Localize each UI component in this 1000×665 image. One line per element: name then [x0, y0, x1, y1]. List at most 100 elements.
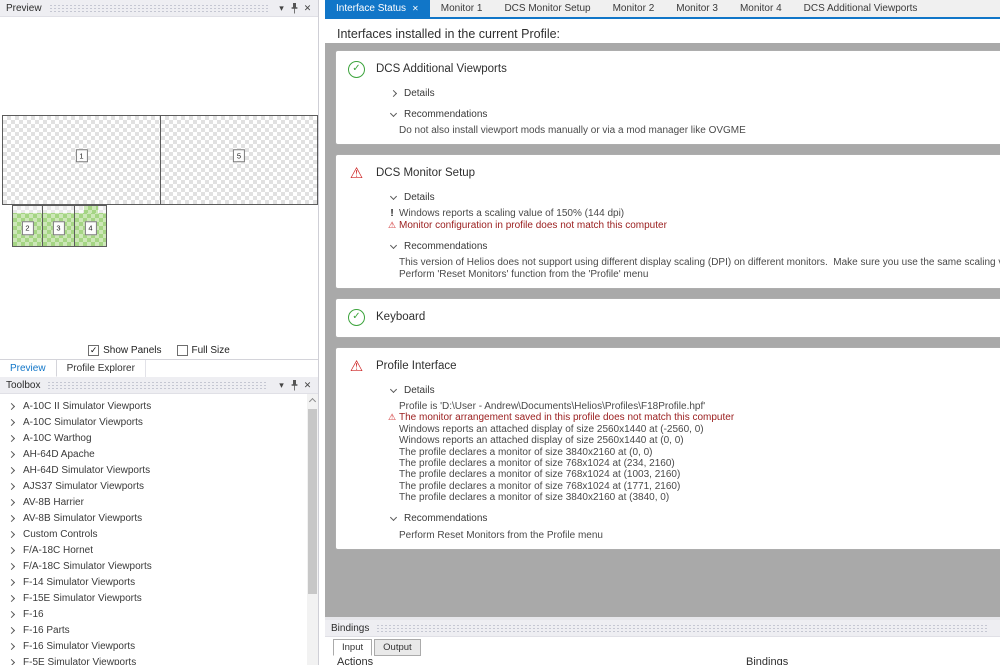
- chevron-down-icon: [389, 192, 398, 200]
- full-size-checkbox[interactable]: Full Size: [176, 345, 230, 356]
- toolbox-item-label: F-15E Simulator Viewports: [23, 592, 142, 604]
- toolbox-item-label: F/A-18C Hornet: [23, 544, 94, 556]
- show-panels-checkbox[interactable]: ✓ Show Panels: [88, 345, 162, 356]
- bindings-tab-output[interactable]: Output: [374, 639, 421, 656]
- toolbox-item-f-14-simulator-viewports[interactable]: F-14 Simulator Viewports: [0, 574, 307, 590]
- detail-line: Windows reports an attached display of s…: [399, 424, 989, 435]
- bindings-tab-input[interactable]: Input: [333, 639, 373, 656]
- detail-line: Windows reports an attached display of s…: [399, 435, 989, 446]
- toolbox-item-label: A-10C II Simulator Viewports: [23, 400, 152, 412]
- toolbox-item-f-a-18c-simulator-viewports[interactable]: F/A-18C Simulator Viewports: [0, 558, 307, 574]
- toolbox-item-f-15e-simulator-viewports[interactable]: F-15E Simulator Viewports: [0, 590, 307, 606]
- toolbox-item-custom-controls[interactable]: Custom Controls: [0, 526, 307, 542]
- toolbox-item-a-10c-simulator-viewports[interactable]: A-10C Simulator Viewports: [0, 414, 307, 430]
- tab-profile-explorer[interactable]: Profile Explorer: [57, 360, 146, 377]
- monitor-1-label: 1: [75, 148, 88, 163]
- status-card-title: DCS Monitor Setup: [376, 167, 476, 180]
- chevron-right-icon: [7, 434, 16, 442]
- document-tabstrip: Interface Status ✕ Monitor 1 DCS Monitor Se…: [325, 0, 1000, 19]
- scrollbar-thumb[interactable]: [308, 409, 317, 594]
- monitor-3-label: 3: [52, 221, 65, 236]
- monitor-2[interactable]: 2: [12, 205, 43, 247]
- window-position-menu-icon[interactable]: ▾: [275, 2, 288, 15]
- detail-line-text: This version of Helios does not support …: [399, 257, 1000, 269]
- section-lines: Do not also install viewport mods manual…: [399, 125, 989, 136]
- scroll-up-icon[interactable]: [308, 397, 316, 406]
- toolbox-panel-titlebar: Toolbox ▾ ✕: [0, 377, 318, 394]
- section-toggle-recommendations[interactable]: Recommendations: [389, 108, 989, 120]
- detail-line-text: The profile declares a monitor of size 3…: [399, 446, 653, 458]
- pin-icon[interactable]: [288, 2, 301, 15]
- toolbox-item-av-8b-simulator-viewports[interactable]: AV-8B Simulator Viewports: [0, 510, 307, 526]
- tab-interface-status[interactable]: Interface Status ✕: [325, 0, 430, 17]
- toolbox-item-ah-64d-simulator-viewports[interactable]: AH-64D Simulator Viewports: [0, 462, 307, 478]
- section-toggle-recommendations[interactable]: Recommendations: [389, 513, 989, 525]
- toolbox-item-ah-64d-apache[interactable]: AH-64D Apache: [0, 446, 307, 462]
- detail-line: The profile declares a monitor of size 3…: [399, 492, 989, 503]
- section-toggle-details[interactable]: Details: [389, 87, 989, 99]
- card-section: Recommendations Perform Reset Monitors fr…: [389, 513, 989, 541]
- titlebar-grip-texture: [47, 381, 268, 389]
- detail-line-text: The profile declares a monitor of size 7…: [399, 458, 675, 470]
- toolbox-item-label: AH-64D Apache: [23, 448, 95, 460]
- detail-line: ⚠ The monitor arrangement saved in this p…: [388, 412, 989, 423]
- tab-monitor-3[interactable]: Monitor 3: [665, 0, 729, 17]
- section-label: Details: [404, 191, 435, 203]
- detail-line-text: Perform Reset Monitors from the Profile …: [399, 529, 603, 541]
- detail-line: ⚠ Monitor configuration in profile does n…: [388, 220, 989, 231]
- close-icon[interactable]: ✕: [301, 2, 314, 15]
- detail-line-text: Perform 'Reset Monitors' function from t…: [399, 268, 649, 280]
- tab-label: Monitor 1: [440, 3, 483, 14]
- tab-label: Monitor 4: [739, 3, 782, 14]
- chevron-right-icon: [7, 610, 16, 618]
- window-position-menu-icon[interactable]: ▾: [275, 379, 288, 392]
- checkbox-box[interactable]: ✓: [88, 345, 100, 356]
- bindings-column-header: Bindings: [746, 656, 789, 665]
- pin-icon[interactable]: [288, 379, 301, 392]
- tab-dcs-monitor-setup[interactable]: DCS Monitor Setup: [493, 0, 601, 17]
- section-toggle-details[interactable]: Details: [389, 384, 989, 396]
- toolbox-item-f-16-simulator-viewports[interactable]: F-16 Simulator Viewports: [0, 638, 307, 654]
- toolbox-item-f-5e-simulator-viewports[interactable]: F-5E Simulator Viewports: [0, 654, 307, 665]
- monitor-4[interactable]: 4: [74, 205, 107, 247]
- detail-line: The profile declares a monitor of size 7…: [399, 469, 989, 480]
- toolbox-scrollbar[interactable]: [307, 394, 318, 665]
- toolbox-item-f-16[interactable]: F-16: [0, 606, 307, 622]
- tab-preview[interactable]: Preview: [0, 360, 57, 377]
- monitor-3[interactable]: 3: [42, 205, 75, 247]
- page-title: Interfaces installed in the current Prof…: [325, 21, 1000, 43]
- section-toggle-recommendations[interactable]: Recommendations: [389, 240, 989, 252]
- status-ok-icon: ✓: [348, 60, 365, 78]
- chevron-right-icon: [7, 450, 16, 458]
- section-label: Recommendations: [404, 513, 488, 525]
- toolbox-item-label: F-16 Simulator Viewports: [23, 640, 136, 652]
- toolbox-item-f-16-parts[interactable]: F-16 Parts: [0, 622, 307, 638]
- section-label: Recommendations: [404, 108, 488, 120]
- tab-monitor-1[interactable]: Monitor 1: [430, 0, 494, 17]
- toolbox-item-ajs37-simulator-viewports[interactable]: AJS37 Simulator Viewports: [0, 478, 307, 494]
- tab-monitor-4[interactable]: Monitor 4: [729, 0, 793, 17]
- chevron-right-icon: [7, 626, 16, 634]
- toolbox-item-label: AH-64D Simulator Viewports: [23, 464, 151, 476]
- section-toggle-details[interactable]: Details: [389, 191, 989, 203]
- card-section: Recommendations This version of Helios do…: [389, 240, 1000, 280]
- interface-status-list: ✓ DCS Additional Viewports Details Recommen…: [325, 43, 1000, 617]
- toolbox-item-a-10c-warthog[interactable]: A-10C Warthog: [0, 430, 307, 446]
- monitor-5[interactable]: 5: [160, 115, 318, 205]
- tab-monitor-2[interactable]: Monitor 2: [602, 0, 666, 17]
- tab-dcs-additional-viewports[interactable]: DCS Additional Viewports: [793, 0, 929, 17]
- checkbox-box[interactable]: [176, 345, 188, 356]
- toolbox-item-av-8b-harrier[interactable]: AV-8B Harrier: [0, 494, 307, 510]
- monitor-preview-canvas: 1 5 2 3 4: [0, 17, 318, 343]
- preview-options-row: ✓ Show Panels Full Size: [0, 343, 318, 358]
- monitor-4-top-strip: [75, 206, 106, 213]
- left-dock-column: Preview ▾ ✕ 1 5 2 3 4 ✓ Show Panels Full…: [0, 0, 319, 665]
- close-icon[interactable]: ✕: [412, 4, 419, 13]
- detail-line: The profile declares a monitor of size 7…: [399, 481, 989, 492]
- close-icon[interactable]: ✕: [301, 379, 314, 392]
- toolbox-item-f-a-18c-hornet[interactable]: F/A-18C Hornet: [0, 542, 307, 558]
- monitor-1[interactable]: 1: [2, 115, 161, 205]
- bindings-tabbar: Input Output: [333, 639, 423, 656]
- toolbox-item-a-10c-ii-simulator-viewports[interactable]: A-10C II Simulator Viewports: [0, 398, 307, 414]
- section-lines: Perform Reset Monitors from the Profile …: [399, 530, 989, 541]
